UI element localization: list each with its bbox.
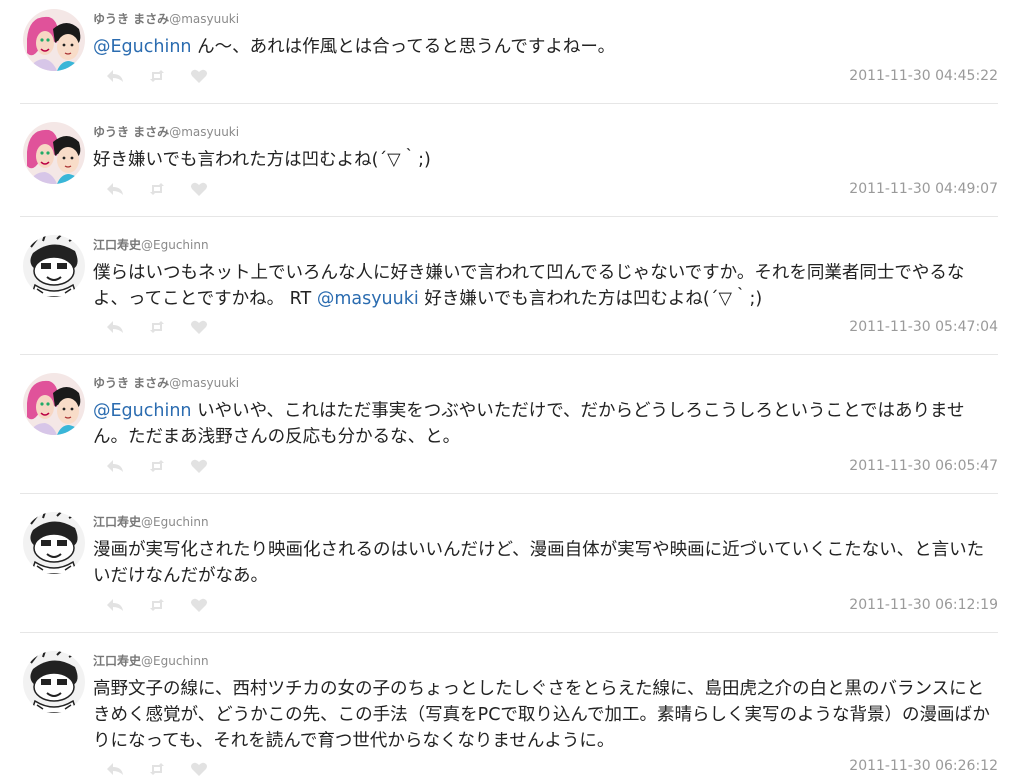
tweet: ゆうき まさみ@masyuuki @Eguchinn ん〜、あれは作風とは合って…	[20, 0, 998, 104]
tweet-text: 僕らはいつもネット上でいろんな人に好き嫌いで言われて凹んでるじゃないですか。それ…	[93, 260, 998, 312]
tweet-actions	[106, 597, 208, 613]
tweet-text: 好き嫌いでも言われた方は凹むよね(´▽｀;)	[93, 147, 998, 173]
author: ゆうき まさみ@masyuuki	[93, 374, 239, 391]
author-name[interactable]: 江口寿史	[93, 238, 141, 252]
tweet: 江口寿史@Eguchinn 高野文子の線に、西村ツチカの女の子のちょっとしたしぐ…	[20, 633, 998, 777]
reply-icon[interactable]	[106, 181, 124, 197]
author-name[interactable]: 江口寿史	[93, 515, 141, 529]
tweet-actions	[106, 181, 208, 197]
tweet-text: 高野文子の線に、西村ツチカの女の子のちょっとしたしぐさをとらえた線に、島田虎之介…	[93, 676, 998, 754]
tweet-text-segment: 好き嫌いでも言われた方は凹むよね(´▽｀;)	[93, 150, 431, 170]
avatar[interactable]	[23, 651, 85, 713]
mention-link[interactable]: @Eguchinn	[93, 401, 192, 421]
tweet-timestamp[interactable]: 2011-11-30 06:26:12	[849, 758, 998, 774]
avatar[interactable]	[23, 373, 85, 435]
tweet-timestamp[interactable]: 2011-11-30 06:12:19	[849, 597, 998, 613]
reply-icon[interactable]	[106, 458, 124, 474]
author-name[interactable]: ゆうき まさみ	[93, 376, 169, 390]
tweet-text-segment: 好き嫌いでも言われた方は凹むよね(´▽｀;)	[418, 289, 763, 309]
retweet-icon[interactable]	[148, 68, 166, 84]
reply-icon[interactable]	[106, 68, 124, 84]
author: 江口寿史@Eguchinn	[93, 513, 209, 530]
mention-link[interactable]: @masyuuki	[317, 289, 419, 309]
heart-icon[interactable]	[190, 68, 208, 84]
tweet-timestamp[interactable]: 2011-11-30 05:47:04	[849, 319, 998, 335]
author-handle[interactable]: @masyuuki	[169, 125, 239, 139]
tweet-text: @Eguchinn いやいや、これはただ事実をつぶやいただけで、だからどうしろこ…	[93, 398, 998, 450]
tweet-text: 漫画が実写化されたり映画化されるのはいいんだけど、漫画自体が実写や映画に近づいて…	[93, 537, 998, 589]
tweet-timestamp[interactable]: 2011-11-30 06:05:47	[849, 458, 998, 474]
author-handle[interactable]: @Eguchinn	[141, 515, 209, 529]
author: 江口寿史@Eguchinn	[93, 652, 209, 669]
heart-icon[interactable]	[190, 181, 208, 197]
author: ゆうき まさみ@masyuuki	[93, 10, 239, 27]
retweet-icon[interactable]	[148, 597, 166, 613]
avatar[interactable]	[23, 122, 85, 184]
retweet-icon[interactable]	[148, 319, 166, 335]
heart-icon[interactable]	[190, 761, 208, 777]
author: ゆうき まさみ@masyuuki	[93, 123, 239, 140]
tweet-text-segment: いやいや、これはただ事実をつぶやいただけで、だからどうしろこうしろということでは…	[93, 401, 965, 447]
author-name[interactable]: ゆうき まさみ	[93, 12, 169, 26]
author-handle[interactable]: @Eguchinn	[141, 654, 209, 668]
tweet: 江口寿史@Eguchinn 僕らはいつもネット上でいろんな人に好き嫌いで言われて…	[20, 217, 998, 355]
heart-icon[interactable]	[190, 458, 208, 474]
tweet-timestamp[interactable]: 2011-11-30 04:45:22	[849, 68, 998, 84]
tweet: ゆうき まさみ@masyuuki @Eguchinn いやいや、これはただ事実を…	[20, 355, 998, 494]
author-handle[interactable]: @Eguchinn	[141, 238, 209, 252]
tweet-text: @Eguchinn ん〜、あれは作風とは合ってると思うんですよねー。	[93, 34, 998, 60]
tweet-actions	[106, 761, 208, 777]
tweet-text-segment: ん〜、あれは作風とは合ってると思うんですよねー。	[191, 37, 616, 57]
tweet-actions	[106, 319, 208, 335]
tweet-timeline: ゆうき まさみ@masyuuki @Eguchinn ん〜、あれは作風とは合って…	[20, 0, 998, 777]
tweet-text-segment: 漫画が実写化されたり映画化されるのはいいんだけど、漫画自体が実写や映画に近づいて…	[93, 540, 985, 586]
retweet-icon[interactable]	[148, 761, 166, 777]
reply-icon[interactable]	[106, 597, 124, 613]
reply-icon[interactable]	[106, 761, 124, 777]
author-name[interactable]: 江口寿史	[93, 654, 141, 668]
author-handle[interactable]: @masyuuki	[169, 376, 239, 390]
author-handle[interactable]: @masyuuki	[169, 12, 239, 26]
tweet-actions	[106, 458, 208, 474]
reply-icon[interactable]	[106, 319, 124, 335]
author-name[interactable]: ゆうき まさみ	[93, 125, 169, 139]
tweet: 江口寿史@Eguchinn 漫画が実写化されたり映画化されるのはいいんだけど、漫…	[20, 494, 998, 633]
tweet-timestamp[interactable]: 2011-11-30 04:49:07	[849, 181, 998, 197]
mention-link[interactable]: @Eguchinn	[93, 37, 192, 57]
retweet-icon[interactable]	[148, 458, 166, 474]
heart-icon[interactable]	[190, 319, 208, 335]
avatar[interactable]	[23, 512, 85, 574]
tweet-actions	[106, 68, 208, 84]
author: 江口寿史@Eguchinn	[93, 236, 209, 253]
avatar[interactable]	[23, 9, 85, 71]
tweet: ゆうき まさみ@masyuuki 好き嫌いでも言われた方は凹むよね(´▽｀;) …	[20, 104, 998, 217]
retweet-icon[interactable]	[148, 181, 166, 197]
avatar[interactable]	[23, 235, 85, 297]
tweet-text-segment: 高野文子の線に、西村ツチカの女の子のちょっとしたしぐさをとらえた線に、島田虎之介…	[93, 679, 990, 751]
heart-icon[interactable]	[190, 597, 208, 613]
